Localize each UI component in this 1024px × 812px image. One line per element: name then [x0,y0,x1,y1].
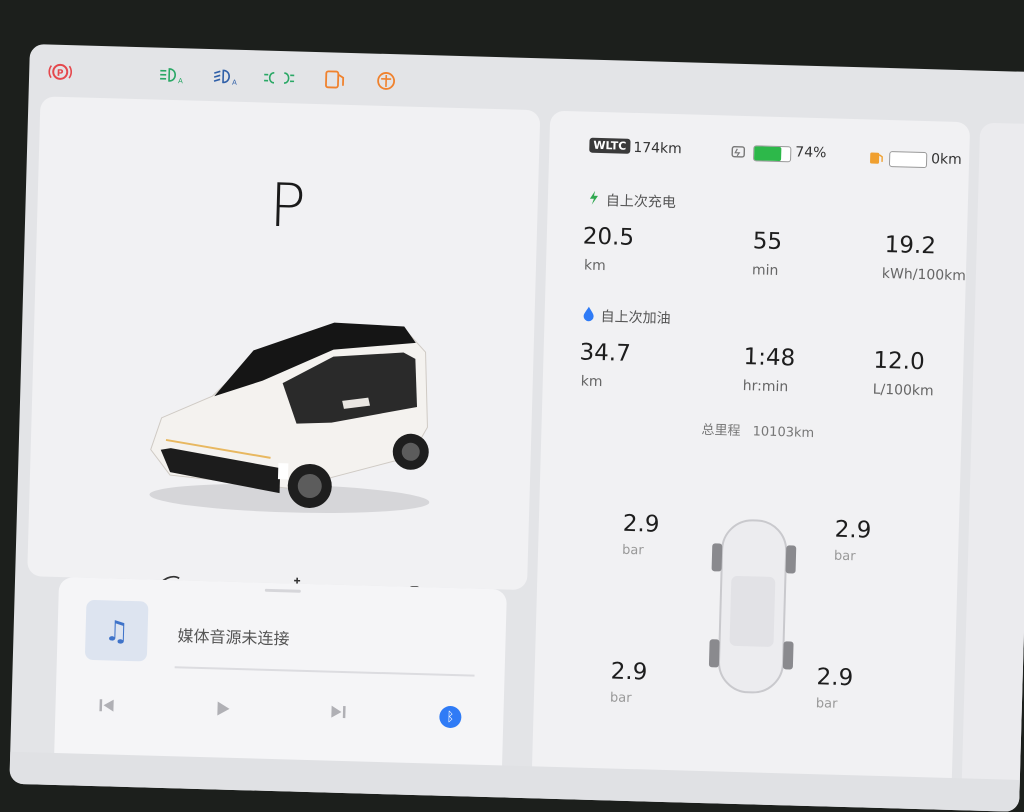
wltc-range: 174km [633,140,682,157]
auto-high-beam-icon: A [157,64,184,87]
charge-distance-value: 20.5 [582,224,634,251]
odometer-value: 10103km [752,424,814,441]
auto-headlight-icon: A [211,65,238,88]
battery-level-bar [753,145,791,162]
music-note-icon: ♫ [104,614,130,648]
tire-rear-right-unit: bar [816,696,838,712]
bluetooth-icon[interactable]: ᛒ [439,706,462,729]
refuel-time-unit: hr:min [743,378,789,395]
vehicle-image [129,299,435,517]
tire-front-right-unit: bar [834,549,856,565]
charge-consumption-value: 19.2 [884,232,936,259]
svg-text:A: A [232,79,237,87]
odometer-label: 总里程 [701,423,740,439]
parking-brake-icon: P [47,60,74,83]
album-art: ♫ [85,600,149,662]
car-display-screen: P A A P [9,44,1024,812]
gear-indicator: P [37,164,539,248]
previous-icon[interactable] [95,694,118,717]
fuel-drop-icon [582,306,594,322]
wltc-badge: WLTC [589,138,630,154]
refuel-time-value: 1:48 [743,344,795,371]
position-lights-icon [263,67,296,90]
charge-distance-unit: km [584,258,606,275]
tire-front-left-unit: bar [622,543,644,559]
svg-text:P: P [57,69,64,79]
play-icon[interactable] [211,697,234,720]
battery-level-fill [754,146,781,161]
charge-time-value: 55 [752,228,782,255]
tire-layout-car-icon [702,515,803,698]
refuel-distance-value: 34.7 [579,339,631,366]
next-icon[interactable] [327,701,350,724]
vehicle-panel: P [27,96,540,590]
fuel-range: 0km [931,151,962,168]
refuel-consumption-value: 12.0 [873,348,925,375]
fuel-low-icon [867,149,885,165]
media-progress-bar[interactable] [175,666,475,676]
media-drag-handle[interactable] [265,589,301,593]
fuel-level-bar [889,151,927,168]
svg-text:A: A [178,77,183,85]
since-refuel-label: 自上次加油 [600,306,671,328]
since-charge-label: 自上次充电 [606,190,677,212]
tire-front-right-value: 2.9 [834,517,871,544]
side-panel-edge [961,123,1024,805]
tire-rear-left-value: 2.9 [610,658,647,685]
ev-battery-icon [731,144,749,160]
tire-rear-left-unit: bar [610,690,632,706]
charge-bolt-icon [588,190,600,206]
media-player: ♫ 媒体音源未连接 ᛒ [54,577,507,779]
odometer: 总里程 10103km [701,419,814,441]
refuel-distance-unit: km [581,374,603,391]
tire-front-left-value: 2.9 [622,511,659,538]
door-open-icon [321,68,348,91]
tire-rear-right-value: 2.9 [816,664,853,691]
refuel-consumption-unit: L/100km [872,382,933,400]
charge-consumption-unit: kWh/100km [882,266,966,284]
seatbelt-warning-icon [373,70,400,93]
charge-time-unit: min [752,262,779,279]
media-source-status: 媒体音源未连接 [177,622,290,649]
trip-info-panel: WLTC 174km 74% 0km 自上次充电 20.5 km 55 min … [531,111,970,802]
battery-percent: 74% [795,144,827,161]
